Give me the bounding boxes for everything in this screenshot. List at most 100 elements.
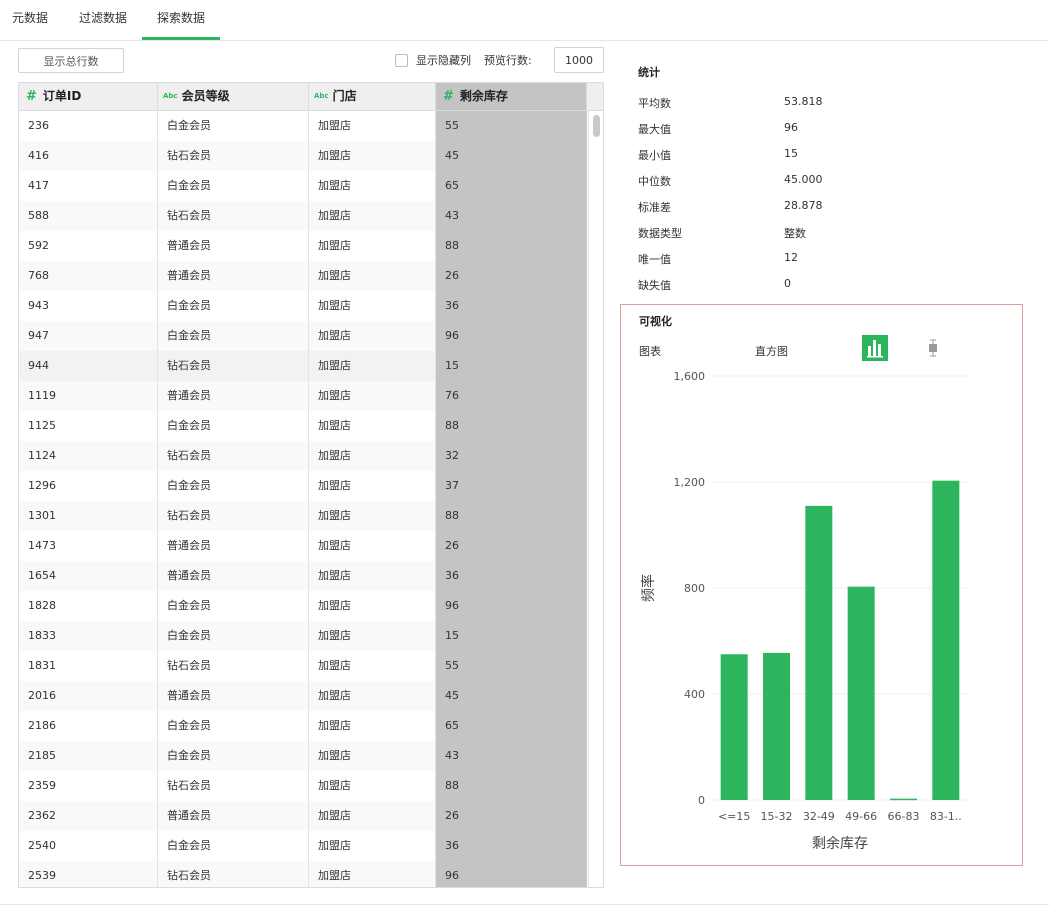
table-row[interactable]: 2186 白金会员 加盟店 65 xyxy=(19,711,587,741)
tab-filter-data[interactable]: 过滤数据 xyxy=(72,0,134,40)
vertical-scrollbar[interactable] xyxy=(588,111,603,887)
table-cell: 钻石会员 xyxy=(158,141,309,171)
show-total-rows-button[interactable]: 显示总行数 xyxy=(18,48,124,73)
x-tick-label: 83-1.. xyxy=(930,810,962,823)
table-row[interactable]: 1301 钻石会员 加盟店 88 xyxy=(19,501,587,531)
table-cell: 钻石会员 xyxy=(158,861,309,887)
stat-label: 平均数 xyxy=(638,97,671,110)
data-table: # 订单ID Abc 会员等级 Abc 门店 # 剩余库存 236 白金会员 加盟店… xyxy=(18,82,604,888)
histogram-bar xyxy=(890,798,917,801)
table-row[interactable]: 2359 钻石会员 加盟店 88 xyxy=(19,771,587,801)
scrollbar-thumb[interactable] xyxy=(593,115,600,137)
table-cell: 白金会员 xyxy=(158,831,309,861)
table-cell: 白金会员 xyxy=(158,171,309,201)
table-cell: 加盟店 xyxy=(309,651,436,681)
table-cell: 普通会员 xyxy=(158,801,309,831)
table-cell: 加盟店 xyxy=(309,231,436,261)
table-cell: 加盟店 xyxy=(309,741,436,771)
table-cell: 加盟店 xyxy=(309,411,436,441)
tab-metadata[interactable]: 元数据 xyxy=(2,0,58,40)
table-row[interactable]: 236 白金会员 加盟店 55 xyxy=(19,111,587,141)
table-row[interactable]: 1125 白金会员 加盟店 88 xyxy=(19,411,587,441)
table-cell: 白金会员 xyxy=(158,411,309,441)
table-row[interactable]: 417 白金会员 加盟店 65 xyxy=(19,171,587,201)
table-cell: 96 xyxy=(436,861,587,887)
table-cell: 钻石会员 xyxy=(158,771,309,801)
show-hidden-columns-toggle[interactable]: 显示隐藏列 xyxy=(395,51,471,69)
table-cell: 加盟店 xyxy=(309,111,436,141)
stat-label: 最小值 xyxy=(638,149,671,162)
table-cell: 943 xyxy=(19,291,158,321)
table-row[interactable]: 592 普通会员 加盟店 88 xyxy=(19,231,587,261)
table-row[interactable]: 1296 白金会员 加盟店 37 xyxy=(19,471,587,501)
table-cell: 26 xyxy=(436,261,587,291)
table-cell: 白金会员 xyxy=(158,621,309,651)
table-cell: 加盟店 xyxy=(309,261,436,291)
table-cell: 236 xyxy=(19,111,158,141)
table-cell: 1119 xyxy=(19,381,158,411)
stat-label: 缺失值 xyxy=(638,279,671,292)
preview-rows-input[interactable] xyxy=(554,47,604,73)
stat-value: 0 xyxy=(784,277,791,290)
stats-title: 统计 xyxy=(638,66,660,79)
table-row[interactable]: 2185 白金会员 加盟店 43 xyxy=(19,741,587,771)
table-cell: 1296 xyxy=(19,471,158,501)
column-header-member-level[interactable]: Abc 会员等级 xyxy=(158,83,309,110)
table-row[interactable]: 2539 钻石会员 加盟店 96 xyxy=(19,861,587,887)
table-cell: 1125 xyxy=(19,411,158,441)
table-row[interactable]: 588 钻石会员 加盟店 43 xyxy=(19,201,587,231)
table-row[interactable]: 944 钻石会员 加盟店 15 xyxy=(19,351,587,381)
table-cell: 2362 xyxy=(19,801,158,831)
table-cell: 2016 xyxy=(19,681,158,711)
table-cell: 944 xyxy=(19,351,158,381)
show-hidden-columns-checkbox[interactable] xyxy=(395,53,408,67)
column-header-store[interactable]: Abc 门店 xyxy=(309,83,436,110)
table-row[interactable]: 1473 普通会员 加盟店 26 xyxy=(19,531,587,561)
table-row[interactable]: 768 普通会员 加盟店 26 xyxy=(19,261,587,291)
table-row[interactable]: 947 白金会员 加盟店 96 xyxy=(19,321,587,351)
table-cell: 88 xyxy=(436,501,587,531)
table-cell: 加盟店 xyxy=(309,831,436,861)
table-cell: 加盟店 xyxy=(309,321,436,351)
table-cell: 32 xyxy=(436,441,587,471)
table-row[interactable]: 1119 普通会员 加盟店 76 xyxy=(19,381,587,411)
stat-row: 缺失值 0 xyxy=(638,277,938,293)
table-row[interactable]: 2362 普通会员 加盟店 26 xyxy=(19,801,587,831)
table-row[interactable]: 1654 普通会员 加盟店 36 xyxy=(19,561,587,591)
x-axis-title: 剩余库存 xyxy=(812,835,868,852)
table-row[interactable]: 943 白金会员 加盟店 36 xyxy=(19,291,587,321)
stat-value: 12 xyxy=(784,251,798,264)
table-row[interactable]: 1833 白金会员 加盟店 15 xyxy=(19,621,587,651)
histogram-bar xyxy=(847,586,875,800)
column-header-label: 会员等级 xyxy=(181,89,230,103)
table-cell: 加盟店 xyxy=(309,861,436,887)
table-cell: 2186 xyxy=(19,711,158,741)
stat-row: 唯一值 12 xyxy=(638,251,938,267)
table-cell: 白金会员 xyxy=(158,111,309,141)
table-row[interactable]: 416 钻石会员 加盟店 45 xyxy=(19,141,587,171)
table-row[interactable]: 2540 白金会员 加盟店 36 xyxy=(19,831,587,861)
column-header-remaining-stock[interactable]: # 剩余库存 xyxy=(436,83,587,110)
tab-explore-data[interactable]: 探索数据 xyxy=(142,0,220,40)
tab-bar: 元数据 过滤数据 探索数据 xyxy=(0,0,1049,41)
table-cell: 钻石会员 xyxy=(158,351,309,381)
x-tick-label: 66-83 xyxy=(888,810,920,823)
show-hidden-columns-label: 显示隐藏列 xyxy=(416,54,471,67)
table-row[interactable]: 1124 钻石会员 加盟店 32 xyxy=(19,441,587,471)
table-cell: 1124 xyxy=(19,441,158,471)
table-row[interactable]: 2016 普通会员 加盟店 45 xyxy=(19,681,587,711)
table-row[interactable]: 1828 白金会员 加盟店 96 xyxy=(19,591,587,621)
histogram-bar xyxy=(805,505,833,800)
table-cell: 普通会员 xyxy=(158,231,309,261)
table-cell: 2539 xyxy=(19,861,158,887)
column-header-order-id[interactable]: # 订单ID xyxy=(19,83,158,110)
table-cell: 592 xyxy=(19,231,158,261)
table-cell: 白金会员 xyxy=(158,741,309,771)
table-cell: 416 xyxy=(19,141,158,171)
x-tick-label: <=15 xyxy=(718,810,750,823)
table-cell: 26 xyxy=(436,531,587,561)
stat-value: 96 xyxy=(784,121,798,134)
table-row[interactable]: 1831 钻石会员 加盟店 55 xyxy=(19,651,587,681)
text-type-icon: Abc xyxy=(314,92,329,100)
table-cell: 36 xyxy=(436,291,587,321)
